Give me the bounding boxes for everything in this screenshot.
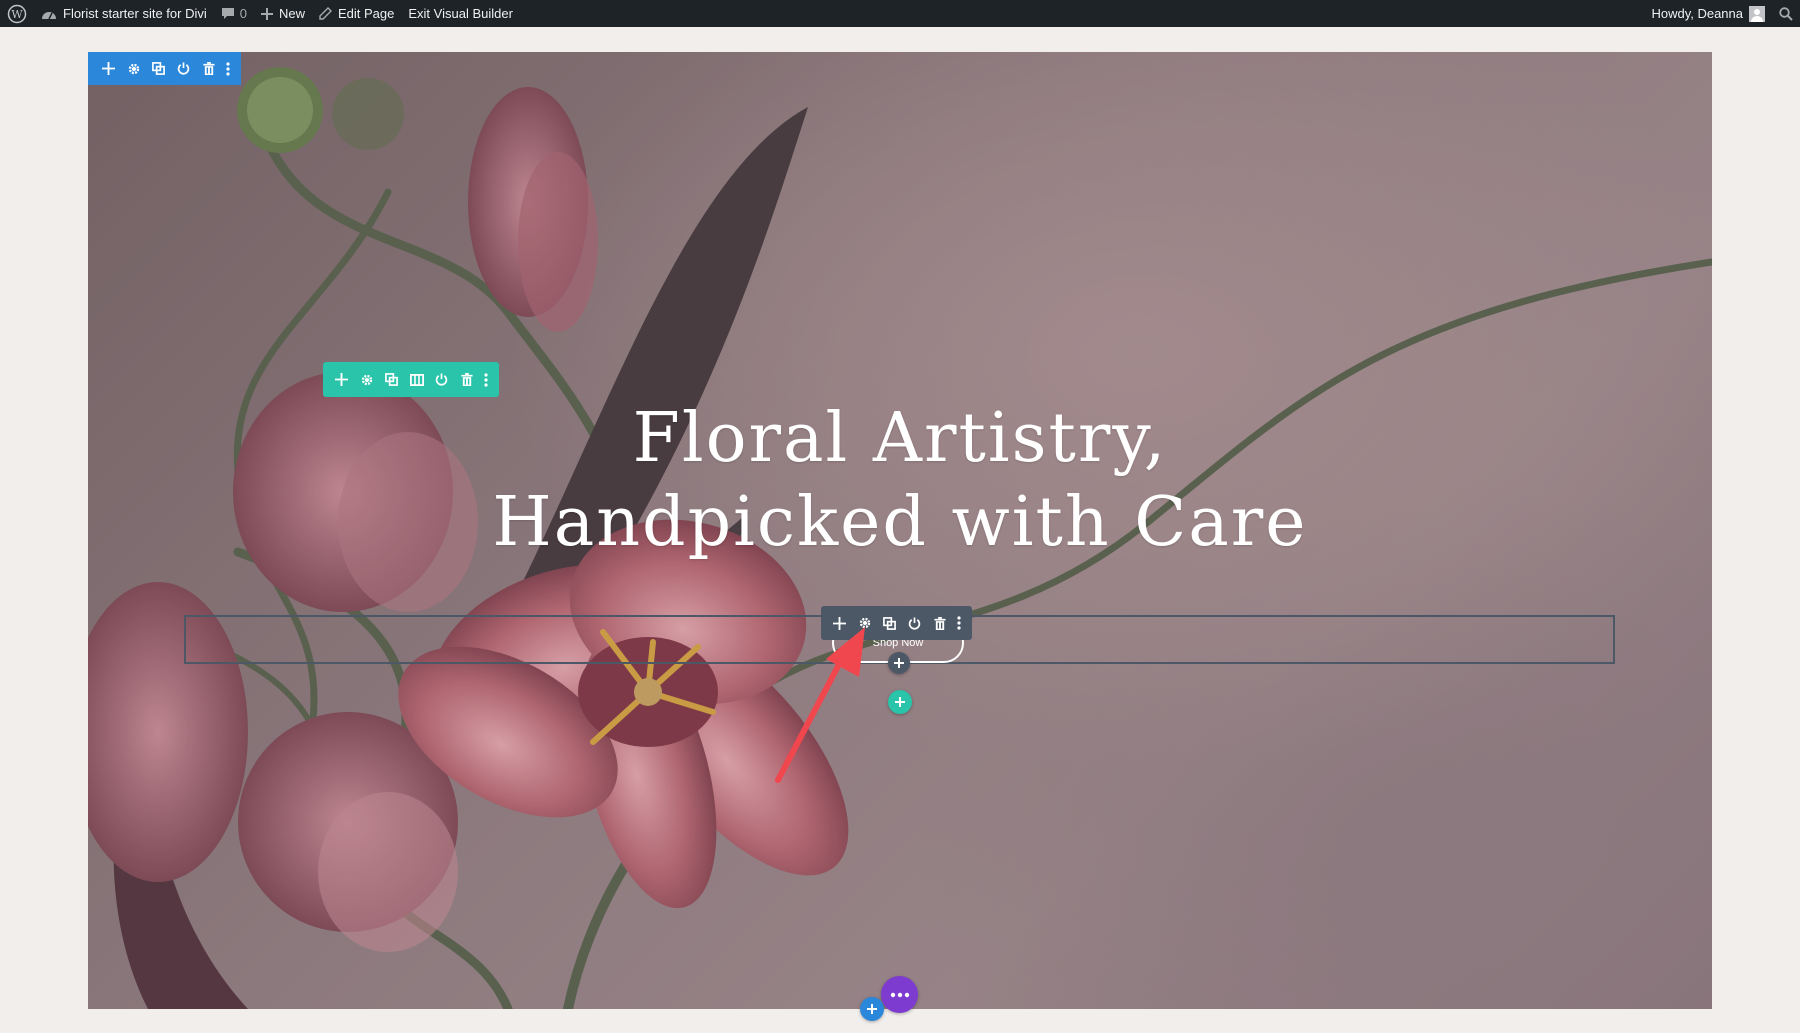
power-icon[interactable] <box>902 607 927 639</box>
pencil-icon <box>319 7 332 20</box>
more-icon[interactable] <box>221 53 235 85</box>
new-label: New <box>278 6 305 21</box>
hero-section[interactable]: Floral Artistry, Handpicked with Care <box>88 52 1712 1009</box>
add-row-button[interactable] <box>888 690 912 714</box>
hero-heading-line-1: Floral Artistry, <box>632 399 1168 478</box>
exit-visual-builder-link[interactable]: Exit Visual Builder <box>401 0 520 27</box>
duplicate-icon[interactable] <box>877 607 902 639</box>
avatar <box>1749 5 1765 22</box>
site-name-menu[interactable]: Florist starter site for Divi <box>34 0 214 27</box>
gear-icon[interactable] <box>121 53 146 85</box>
plus-icon <box>260 7 273 20</box>
comments-menu[interactable]: 0 <box>214 0 254 27</box>
add-section-button[interactable] <box>860 997 884 1021</box>
wp-admin-bar: W Florist starter site for Divi 0 New Ed… <box>0 0 1800 27</box>
power-icon[interactable] <box>429 364 454 396</box>
exit-visual-builder-label: Exit Visual Builder <box>408 6 513 21</box>
search-button[interactable] <box>1772 0 1800 27</box>
wordpress-logo-icon[interactable]: W <box>0 0 34 27</box>
annotation-arrow-icon <box>775 627 865 783</box>
move-icon[interactable] <box>96 53 121 85</box>
section-toolbar <box>88 52 241 85</box>
more-horizontal-icon <box>890 992 909 997</box>
row-toolbar <box>323 362 499 397</box>
comment-count: 0 <box>239 6 247 21</box>
site-name-label: Florist starter site for Divi <box>63 6 207 21</box>
edit-page-label: Edit Page <box>338 6 395 21</box>
new-content-menu[interactable]: New <box>254 0 312 27</box>
plus-icon <box>867 1004 877 1014</box>
power-icon[interactable] <box>171 53 196 85</box>
svg-text:W: W <box>11 8 23 21</box>
page-settings-button[interactable] <box>881 976 918 1013</box>
columns-icon[interactable] <box>404 364 429 396</box>
hero-heading[interactable]: Floral Artistry, Handpicked with Care <box>88 397 1712 565</box>
my-account-menu[interactable]: Howdy, Deanna <box>1644 0 1772 27</box>
plus-icon <box>894 658 904 668</box>
duplicate-icon[interactable] <box>379 364 404 396</box>
plus-icon <box>895 697 905 707</box>
dashboard-icon <box>41 7 57 21</box>
search-icon <box>1779 6 1793 21</box>
more-icon[interactable] <box>952 607 966 639</box>
trash-icon[interactable] <box>196 53 221 85</box>
greeting-label: Howdy, Deanna <box>1651 6 1743 21</box>
trash-icon[interactable] <box>927 607 952 639</box>
comment-bubble-icon <box>221 7 235 20</box>
edit-page-link[interactable]: Edit Page <box>312 0 401 27</box>
hero-heading-line-2: Handpicked with Care <box>492 483 1308 562</box>
add-module-button[interactable] <box>888 652 910 674</box>
more-icon[interactable] <box>479 364 493 396</box>
move-icon[interactable] <box>329 364 354 396</box>
gear-icon[interactable] <box>354 364 379 396</box>
duplicate-icon[interactable] <box>146 53 171 85</box>
trash-icon[interactable] <box>454 364 479 396</box>
